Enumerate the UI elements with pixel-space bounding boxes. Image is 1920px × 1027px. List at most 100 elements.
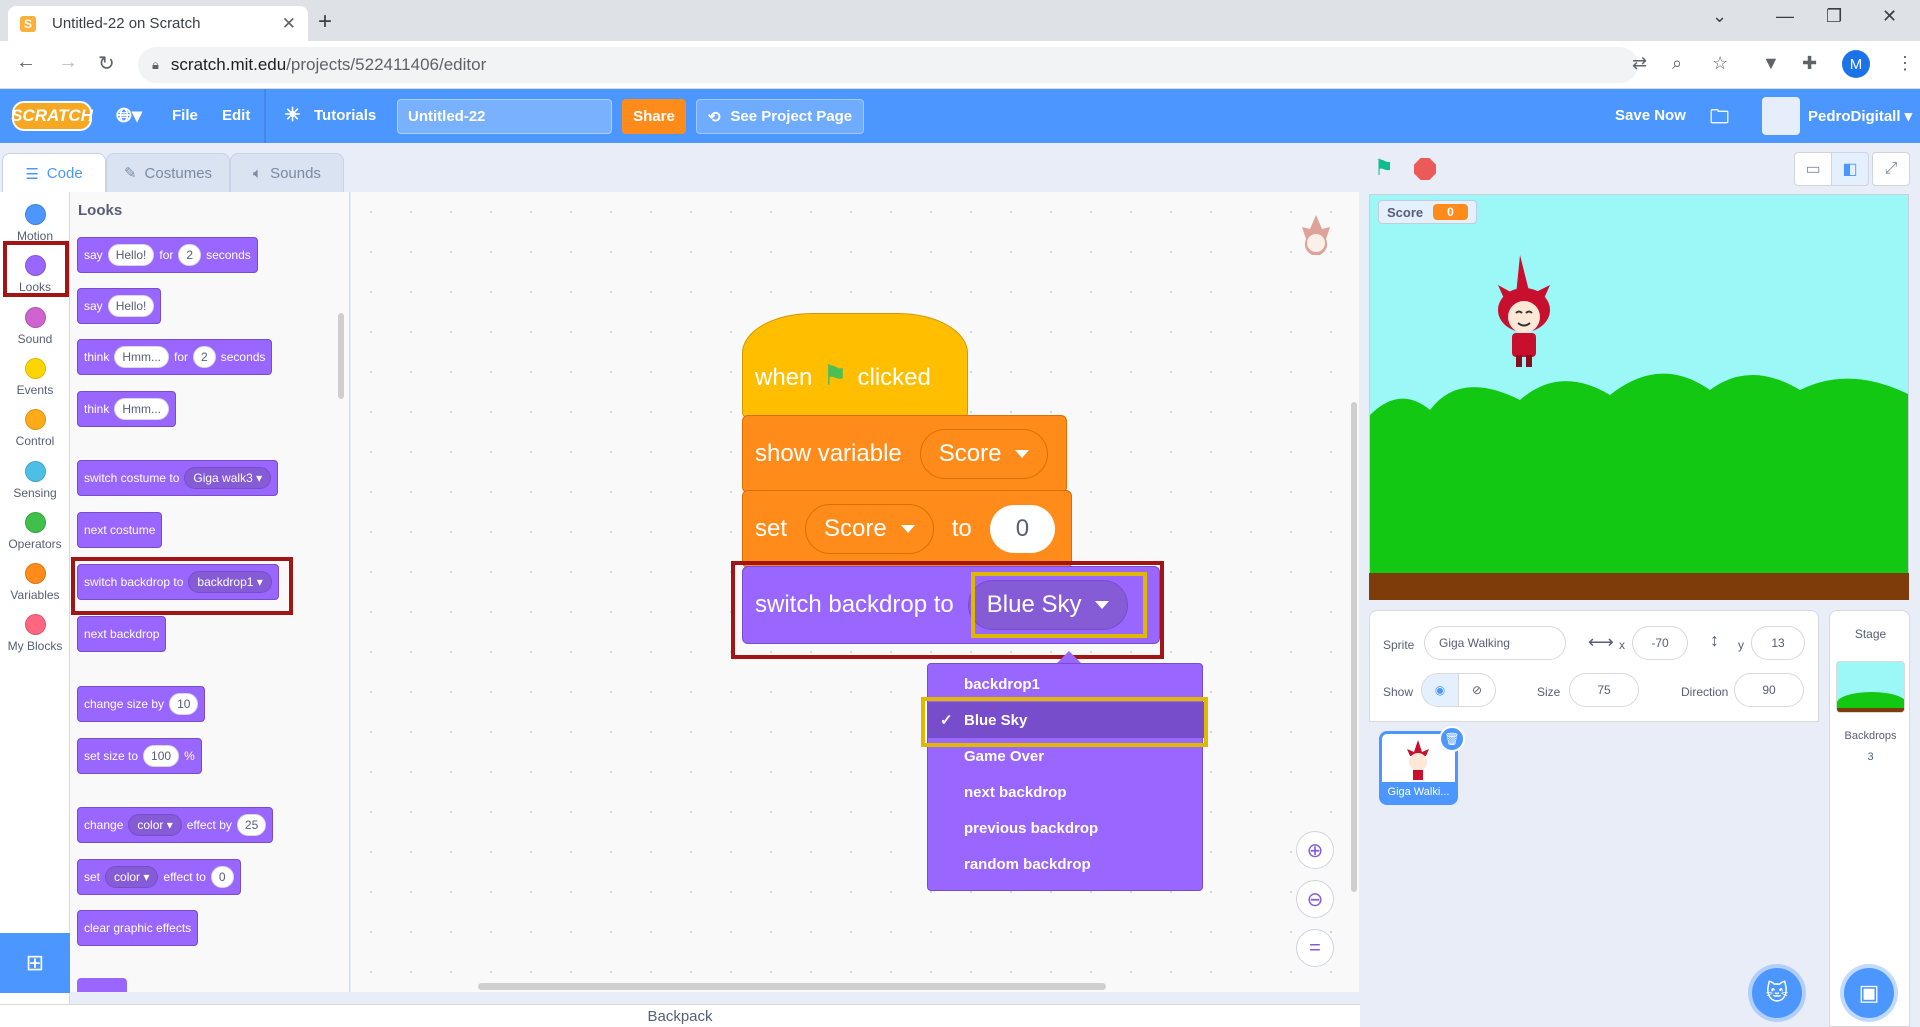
block-dropdown[interactable]: backdrop1 ▾: [188, 571, 272, 593]
fullscreen-icon[interactable]: ⤢: [1872, 152, 1910, 186]
block-clear-effects[interactable]: clear graphic effects: [77, 910, 199, 946]
workspace-horizontal-scrollbar[interactable]: [478, 983, 1106, 990]
category-sound[interactable]: Sound: [0, 301, 70, 351]
dropdown-item[interactable]: next backdrop: [928, 774, 1204, 810]
user-avatar[interactable]: [1762, 97, 1800, 135]
tutorials-menu[interactable]: Tutorials: [314, 107, 376, 124]
workspace-vertical-scrollbar[interactable]: [1351, 402, 1357, 892]
edit-menu[interactable]: Edit: [222, 107, 250, 124]
dropdown-item[interactable]: backdrop1: [928, 666, 1204, 702]
show-hidden-icon[interactable]: ⊘: [1458, 673, 1496, 707]
stage-thumbnail[interactable]: [1836, 661, 1905, 713]
back-icon[interactable]: ←: [16, 51, 36, 74]
block-think[interactable]: think Hmm...: [77, 391, 177, 427]
block-change-size[interactable]: change size by 10: [77, 686, 206, 722]
add-extension-button[interactable]: ⊞: [0, 933, 70, 993]
block-input[interactable]: Hello!: [107, 295, 155, 317]
variable-dropdown[interactable]: Score: [919, 429, 1049, 479]
dropdown-item[interactable]: Game Over: [928, 738, 1204, 774]
block-say[interactable]: say Hello!: [77, 288, 162, 324]
switch-backdrop-block[interactable]: switch backdrop to Blue Sky: [742, 566, 1160, 644]
size-input[interactable]: 75: [1569, 673, 1639, 707]
translate-icon[interactable]: ⇄: [1632, 53, 1647, 74]
block-dropdown[interactable]: Giga walk3 ▾: [184, 467, 272, 489]
block-partial[interactable]: [77, 978, 127, 992]
tab-search-icon[interactable]: ⌄: [1712, 6, 1727, 27]
stage-canvas[interactable]: [1369, 194, 1909, 600]
zoom-reset-icon[interactable]: =: [1296, 929, 1334, 967]
block-input[interactable]: 0: [210, 866, 234, 888]
reload-icon[interactable]: ↻: [98, 51, 115, 76]
block-dropdown[interactable]: color ▾: [128, 814, 182, 836]
new-tab-icon[interactable]: +: [318, 8, 332, 36]
forward-icon[interactable]: →: [58, 51, 78, 74]
y-input[interactable]: 13: [1751, 626, 1805, 660]
tab-sounds[interactable]: 🔈︎ Sounds: [230, 153, 344, 193]
delete-sprite-icon[interactable]: 🗑︎: [1439, 726, 1465, 752]
minimize-icon[interactable]: —: [1776, 6, 1794, 27]
file-menu[interactable]: File: [172, 107, 198, 124]
block-say-for-seconds[interactable]: say Hello! for 2 seconds: [77, 237, 258, 273]
normal-stage-icon[interactable]: ◧: [1831, 152, 1869, 186]
block-next-backdrop[interactable]: next backdrop: [77, 616, 167, 652]
bookmark-star-icon[interactable]: ☆: [1712, 53, 1728, 74]
tab-close-icon[interactable]: ✕: [282, 14, 296, 34]
block-input[interactable]: 25: [236, 814, 267, 836]
direction-input[interactable]: 90: [1734, 673, 1804, 707]
backpack[interactable]: Backpack: [0, 1004, 1360, 1027]
show-visible-icon[interactable]: ◉: [1421, 673, 1459, 707]
category-variables[interactable]: Variables: [0, 557, 70, 607]
category-operators[interactable]: Operators: [0, 506, 70, 556]
dropdown-item[interactable]: previous backdrop: [928, 810, 1204, 846]
x-input[interactable]: -70: [1632, 626, 1688, 660]
username-menu[interactable]: PedroDigitall ▾: [1808, 107, 1912, 125]
category-my-blocks[interactable]: My Blocks: [0, 608, 70, 658]
variable-dropdown[interactable]: Score: [805, 504, 934, 554]
zoom-out-icon[interactable]: ⊖: [1296, 880, 1334, 918]
see-project-page-button[interactable]: ⟲ See Project Page: [696, 99, 864, 134]
stop-icon[interactable]: [1414, 158, 1436, 180]
block-input[interactable]: 100: [143, 745, 180, 767]
block-switch-costume[interactable]: switch costume to Giga walk3 ▾: [77, 460, 279, 496]
my-stuff-folder-icon[interactable]: 🗀︎: [1710, 103, 1729, 135]
green-flag-run-icon[interactable]: ⚑: [1374, 155, 1394, 181]
block-input[interactable]: 10: [169, 693, 199, 715]
tab-costumes[interactable]: ✎ Costumes: [106, 153, 230, 193]
extension-icon[interactable]: ▼: [1762, 53, 1780, 74]
puzzle-icon[interactable]: ✚: [1802, 53, 1817, 74]
dropdown-item[interactable]: random backdrop: [928, 846, 1204, 882]
restore-icon[interactable]: ❐: [1826, 6, 1842, 27]
block-input[interactable]: Hello!: [107, 244, 155, 266]
stage-pane[interactable]: Stage Backdrops 3: [1829, 610, 1910, 1027]
block-next-costume[interactable]: next costume: [77, 512, 163, 548]
dropdown-item[interactable]: ✓ Blue Sky: [928, 702, 1204, 738]
category-looks[interactable]: Looks: [0, 249, 70, 299]
tab-code[interactable]: ☰ Code: [2, 153, 106, 193]
language-globe-icon[interactable]: 🌐︎▾: [116, 103, 142, 128]
choose-backdrop-icon[interactable]: ▣: [1844, 968, 1894, 1018]
set-variable-block[interactable]: set Score to 0: [742, 490, 1072, 568]
show-variable-block[interactable]: show variable Score: [742, 415, 1067, 493]
choose-sprite-icon[interactable]: 🐱︎: [1752, 968, 1802, 1018]
block-input[interactable]: 2: [193, 346, 216, 368]
block-dropdown[interactable]: color ▾: [105, 866, 159, 888]
chrome-menu-icon[interactable]: ⋮: [1896, 53, 1914, 74]
block-switch-backdrop[interactable]: switch backdrop to backdrop1 ▾: [77, 564, 279, 600]
share-button[interactable]: Share: [622, 99, 686, 134]
block-change-effect[interactable]: change color ▾ effect by 25: [77, 807, 274, 843]
project-title-input[interactable]: Untitled-22: [397, 99, 612, 134]
category-motion[interactable]: Motion: [0, 198, 70, 248]
sprite-name-input[interactable]: Giga Walking: [1424, 626, 1566, 660]
giga-sprite[interactable]: [1498, 255, 1550, 367]
block-input[interactable]: 2: [178, 244, 202, 266]
block-input[interactable]: Hmm...: [114, 398, 170, 420]
zoom-in-icon[interactable]: ⊕: [1296, 831, 1334, 869]
when-flag-clicked-block[interactable]: when ⚑ clicked: [742, 313, 968, 417]
browser-tab[interactable]: S Untitled-22 on Scratch ✕: [8, 6, 308, 41]
block-input[interactable]: Hmm...: [114, 346, 170, 368]
small-stage-icon[interactable]: ▭: [1794, 152, 1832, 186]
block-set-effect[interactable]: set color ▾ effect to 0: [77, 859, 241, 895]
address-bar[interactable]: 🔒︎ scratch.mit.edu/projects/522411406/ed…: [138, 47, 1638, 83]
zoom-icon[interactable]: ⌕: [1672, 53, 1682, 74]
scratch-logo[interactable]: SCRATCH: [11, 101, 93, 131]
